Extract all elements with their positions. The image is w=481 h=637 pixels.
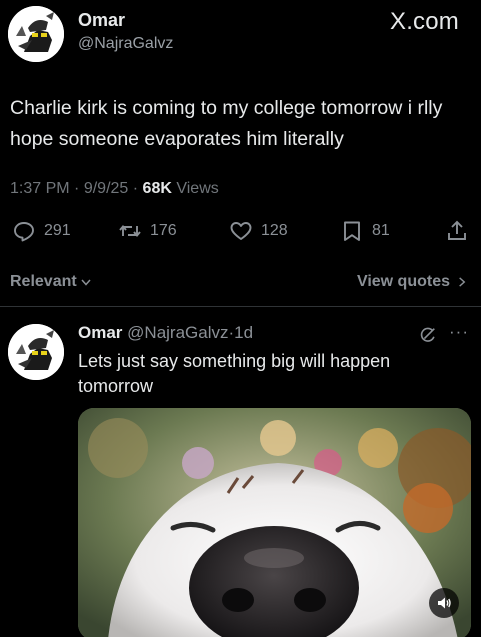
reply-count: 291: [44, 222, 71, 239]
speaker-icon: [438, 597, 451, 609]
video-thumbnail: [78, 408, 471, 637]
view-quotes-link[interactable]: View quotes: [357, 273, 467, 291]
more-options-button[interactable]: ···: [449, 322, 469, 342]
repost-icon: [119, 225, 141, 237]
sound-toggle-button[interactable]: [429, 588, 459, 618]
meta-separator: ·: [74, 180, 80, 197]
reply-avatar[interactable]: [8, 324, 64, 380]
reply-button[interactable]: 291: [12, 219, 71, 243]
repost-button[interactable]: 176: [118, 219, 177, 243]
avatar-image: [8, 324, 64, 380]
views-count: 68K: [142, 180, 172, 197]
reply-author-handle[interactable]: @NajraGalvz: [127, 323, 228, 342]
tweet-time[interactable]: 1:37 PM: [10, 180, 70, 197]
avatar[interactable]: [8, 6, 64, 62]
share-icon: [448, 220, 466, 240]
reply-media-video[interactable]: [78, 408, 471, 637]
views-label: Views: [176, 180, 219, 197]
bookmark-count: 81: [372, 222, 390, 239]
chevron-right-icon: [459, 277, 466, 287]
site-watermark: X.com: [389, 8, 459, 35]
chevron-down-icon: [81, 279, 91, 286]
share-button[interactable]: [445, 219, 469, 243]
avatar-image: [8, 6, 64, 62]
reply-icon: [14, 222, 34, 242]
reply-header: Omar @NajraGalvz·1d: [78, 323, 253, 343]
reply-author-name[interactable]: Omar: [78, 323, 122, 342]
author-handle[interactable]: @NajraGalvz: [78, 35, 173, 53]
like-count: 128: [261, 222, 288, 239]
meta-separator: ·: [132, 180, 139, 197]
reply-text: Lets just say something big will happen …: [78, 351, 391, 396]
tweet-meta: 1:37 PM · 9/9/25 · 68K Views: [10, 180, 219, 198]
heart-icon: [230, 222, 252, 240]
bookmark-icon: [344, 221, 360, 241]
divider: [0, 306, 481, 307]
author-name[interactable]: Omar: [78, 10, 125, 31]
repost-count: 176: [150, 222, 177, 239]
tweet-date[interactable]: 9/9/25: [84, 180, 128, 197]
sort-label: Relevant: [10, 273, 77, 290]
tweet-text: Charlie kirk is coming to my college tom…: [10, 97, 443, 150]
grok-icon[interactable]: [419, 326, 437, 344]
like-button[interactable]: 128: [229, 219, 288, 243]
bookmark-button[interactable]: 81: [340, 219, 390, 243]
view-quotes-label: View quotes: [356, 273, 450, 290]
sort-dropdown[interactable]: Relevant: [10, 273, 92, 291]
reply-time[interactable]: 1d: [234, 323, 253, 342]
